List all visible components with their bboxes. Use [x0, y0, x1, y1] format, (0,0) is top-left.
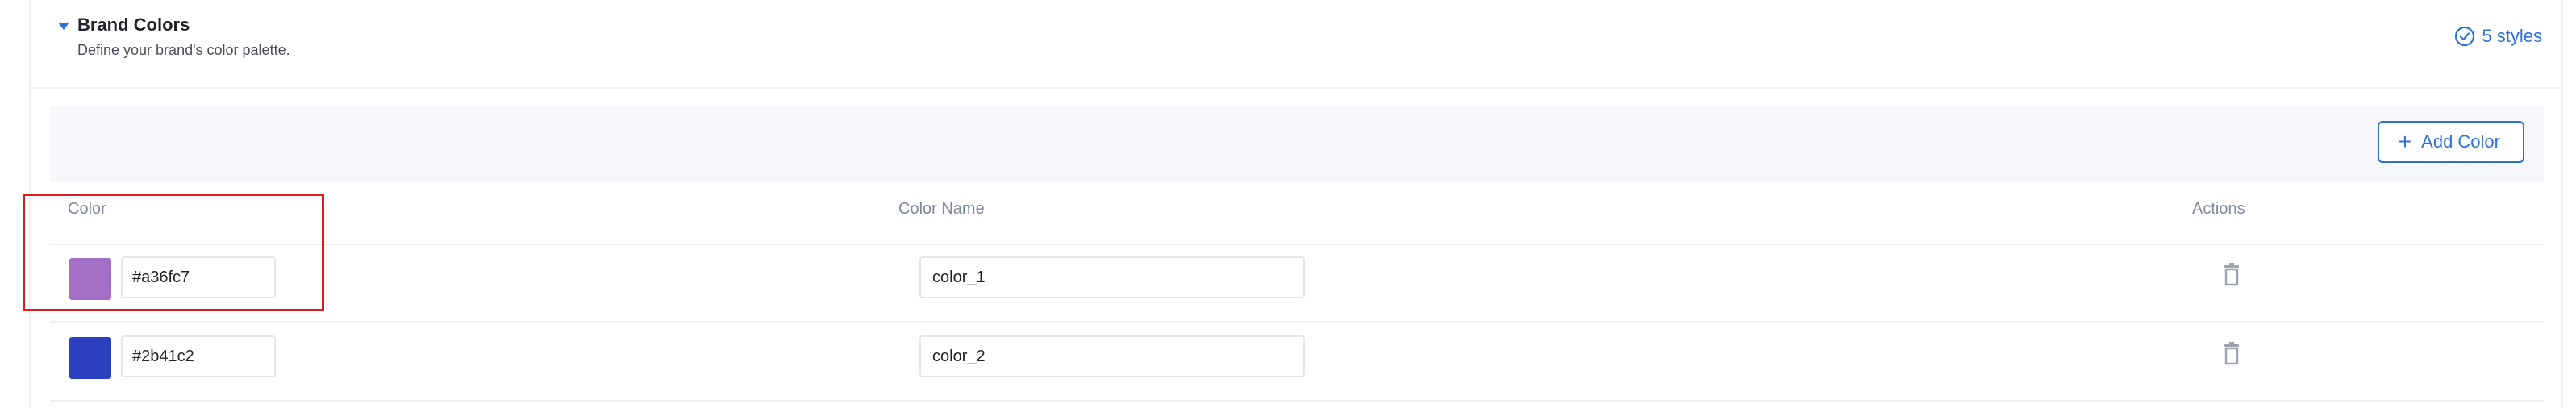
section-description: Define your brand's color palette. — [77, 42, 290, 58]
section-title: Brand Colors — [77, 15, 190, 35]
color-name-input[interactable] — [919, 256, 1305, 298]
column-header-color: Color — [68, 200, 106, 218]
table-toolbar: + Add Color — [50, 106, 2544, 181]
column-header-color-name: Color Name — [898, 200, 985, 218]
check-circle-icon — [2455, 26, 2475, 47]
trash-icon[interactable] — [2221, 263, 2242, 287]
plus-icon: + — [2398, 129, 2412, 154]
styles-count-label: 5 styles — [2482, 26, 2542, 46]
section-header[interactable]: Brand Colors Define your brand's color p… — [31, 0, 2561, 89]
caret-down-icon[interactable] — [58, 23, 69, 30]
add-color-label: Add Color — [2421, 131, 2500, 152]
table-header: Color Color Name Actions — [50, 190, 2544, 245]
table-row — [50, 244, 2544, 323]
column-header-actions: Actions — [2192, 200, 2245, 218]
color-name-input[interactable] — [919, 335, 1305, 377]
add-color-button[interactable]: + Add Color — [2377, 121, 2524, 163]
styles-count-badge: 5 styles — [2454, 26, 2542, 47]
hex-input[interactable] — [121, 256, 276, 298]
brand-colors-panel: Brand Colors Define your brand's color p… — [29, 0, 2563, 408]
color-swatch[interactable] — [69, 258, 111, 300]
color-swatch[interactable] — [69, 337, 111, 379]
trash-icon[interactable] — [2221, 342, 2242, 366]
table-row — [50, 323, 2544, 402]
hex-input[interactable] — [121, 335, 276, 377]
